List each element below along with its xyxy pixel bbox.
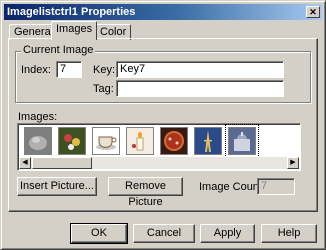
remove-picture-button[interactable]: Remove Picture (108, 177, 183, 208)
images-horizontal-scrollbar[interactable]: ◀ ▶ (19, 157, 299, 169)
thumbnail-building[interactable] (225, 124, 259, 158)
thumbnail-eiffel-tower[interactable] (194, 127, 222, 155)
title-bar[interactable]: Imagelistctrl1 Properties ✕ (4, 4, 322, 20)
help-button[interactable]: Help (261, 224, 317, 243)
tab-panel-images: Current Image Index: 7 Key: Key7 Tag: Im… (8, 38, 318, 212)
ok-button[interactable]: OK (70, 223, 128, 244)
scroll-left-icon[interactable]: ◀ (19, 157, 31, 169)
image-count-label: Image Count: (199, 181, 266, 193)
cancel-button[interactable]: Cancel (133, 224, 195, 243)
teacup-icon (93, 128, 119, 154)
index-field[interactable]: 7 (56, 61, 82, 78)
tab-images[interactable]: Images (51, 21, 97, 40)
gray-rock-icon (25, 128, 51, 154)
images-label: Images: (18, 111, 58, 123)
window-title: Imagelistctrl1 Properties (7, 6, 136, 18)
index-label: Index: (21, 64, 51, 76)
candle-icon (127, 128, 153, 154)
close-icon[interactable]: ✕ (306, 6, 320, 18)
pizza-icon (161, 128, 187, 154)
building-icon (229, 128, 255, 154)
key-label: Key: (93, 64, 116, 76)
thumbnail-pizza[interactable] (160, 127, 188, 155)
thumbnail-teacup[interactable] (92, 127, 120, 155)
scroll-right-icon[interactable]: ▶ (287, 157, 299, 169)
tag-field[interactable] (116, 80, 284, 97)
flowers-icon (59, 128, 85, 154)
eiffel-tower-icon (195, 128, 221, 154)
thumbnail-candle[interactable] (126, 127, 154, 155)
apply-button[interactable]: Apply (200, 224, 255, 243)
key-field[interactable]: Key7 (116, 61, 284, 78)
scrollbar-thumb[interactable] (32, 157, 92, 169)
insert-picture-button[interactable]: Insert Picture... (17, 177, 97, 196)
thumbnail-flowers[interactable] (58, 127, 86, 155)
properties-dialog: Imagelistctrl1 Properties ✕ General Imag… (0, 0, 326, 250)
current-image-group-label: Current Image (21, 44, 96, 56)
image-count-field: 7 (257, 178, 295, 195)
tag-label: Tag: (93, 83, 114, 95)
images-listview[interactable]: ◀ ▶ (17, 123, 301, 171)
thumbnail-gray-rock[interactable] (24, 127, 52, 155)
